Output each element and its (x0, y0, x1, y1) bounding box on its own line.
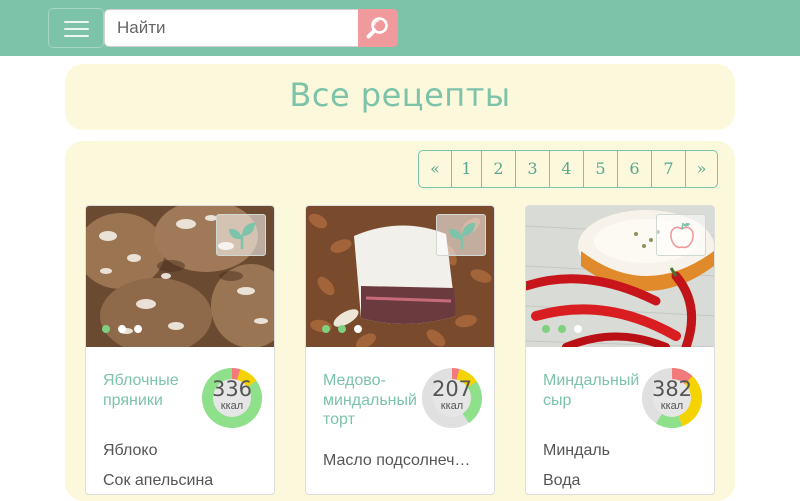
pagination-prev[interactable]: « (419, 151, 451, 187)
fruit-badge (656, 214, 706, 256)
sprout-icon (229, 222, 255, 249)
hamburger-icon (64, 21, 89, 23)
ingredient-item: Вода (543, 472, 581, 489)
recipe-name[interactable]: Яблочные пряники (103, 371, 203, 410)
pagination-page-5[interactable]: 5 (583, 151, 617, 187)
slide-dot[interactable] (338, 325, 346, 333)
search-button[interactable] (358, 9, 398, 47)
calorie-unit: ккал (660, 400, 684, 412)
slide-dot[interactable] (542, 325, 550, 333)
slide-dot[interactable] (558, 325, 566, 333)
slide-indicator (542, 325, 582, 333)
slide-dot[interactable] (574, 325, 582, 333)
ingredient-item: Масло подсолнечное (323, 452, 479, 469)
search-input[interactable] (104, 9, 358, 47)
vegan-badge (436, 214, 486, 256)
recipe-card[interactable]: Медово- миндальный торт 207 ккал Масло п… (305, 205, 495, 495)
calorie-value: 336 (211, 377, 253, 401)
recipe-card[interactable]: Миндальный сыр 382 ккал Миндаль Вода (525, 205, 715, 495)
calorie-unit: ккал (440, 400, 464, 412)
pagination-next[interactable]: » (685, 151, 717, 187)
slide-dot[interactable] (322, 325, 330, 333)
ingredient-item: Сок апельсина (103, 472, 214, 489)
pagination: « 1 2 3 4 5 6 7 » (418, 150, 718, 188)
pagination-page-3[interactable]: 3 (515, 151, 549, 187)
pagination-page-6[interactable]: 6 (617, 151, 651, 187)
calorie-ring: 382 ккал (641, 367, 703, 429)
ingredient-item: Миндаль (543, 442, 611, 459)
recipe-card[interactable]: Яблочные пряники 336 ккал Яблоко Сок апе… (85, 205, 275, 495)
recipe-name[interactable]: Миндальный сыр (543, 371, 643, 410)
hamburger-icon-bar (64, 28, 89, 30)
sprout-icon (449, 222, 475, 249)
slide-dot[interactable] (102, 325, 110, 333)
recipe-name[interactable]: Медово- миндальный торт (323, 371, 423, 430)
slide-dot[interactable] (118, 325, 126, 333)
calorie-value: 382 (651, 377, 693, 401)
pagination-page-2[interactable]: 2 (481, 151, 515, 187)
magnifier-icon (366, 17, 388, 39)
menu-toggle-button[interactable] (48, 8, 104, 48)
calorie-ring: 207 ккал (421, 367, 483, 429)
calorie-unit: ккал (220, 400, 244, 412)
slide-indicator (322, 325, 362, 333)
slide-dot[interactable] (354, 325, 362, 333)
pagination-page-1[interactable]: 1 (451, 151, 481, 187)
vegan-badge (216, 214, 266, 256)
calorie-value: 207 (431, 377, 473, 401)
title-panel: Все рецепты (65, 64, 735, 130)
calorie-ring: 336 ккал (201, 367, 263, 429)
slide-dot[interactable] (134, 325, 142, 333)
apple-icon (670, 222, 694, 249)
hamburger-icon-bar (64, 35, 89, 37)
slide-indicator (102, 325, 142, 333)
ingredient-item: Яблоко (103, 442, 158, 459)
page-title: Все рецепты (289, 76, 511, 114)
pagination-page-4[interactable]: 4 (549, 151, 583, 187)
pagination-page-7[interactable]: 7 (651, 151, 685, 187)
